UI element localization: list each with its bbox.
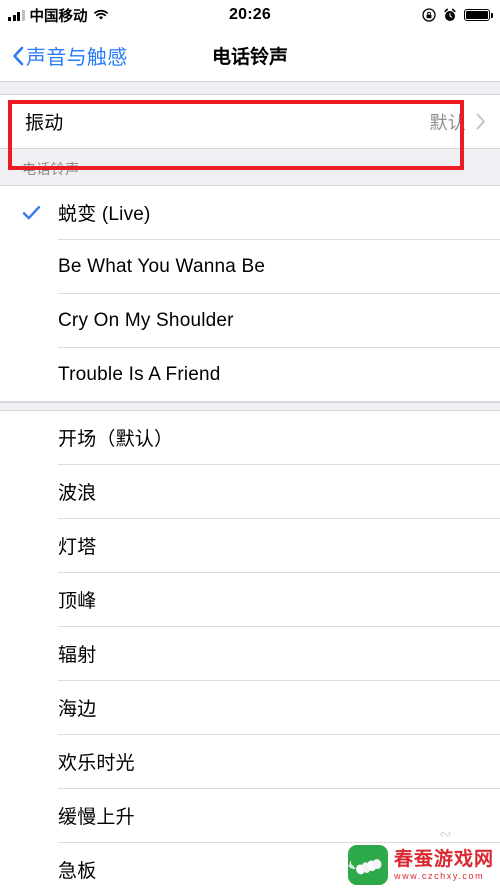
back-button[interactable]: 声音与触感 [0,41,128,70]
section-header-ringtone: 电话铃声 [0,149,500,185]
status-bar-left: 中国移动 [8,5,109,26]
tone-row[interactable]: Be What You Wanna Be [0,240,500,293]
group-divider [0,402,500,411]
signal-bars-icon [8,9,25,21]
top-spacer [0,82,500,94]
tone-row[interactable]: 欢乐时光 [0,735,500,788]
tone-label: 蜕变 (Live) [58,204,151,225]
tone-label: 顶峰 [58,591,97,612]
tone-row[interactable]: 波浪 [0,465,500,518]
settings-content: 振动 默认 电话铃声 蜕变 (Live) Be What You Wanna B… [0,82,500,889]
navigation-bar: 声音与触感 电话铃声 [0,30,500,82]
tone-row[interactable]: 开场（默认） [0,411,500,464]
wifi-icon [93,9,109,21]
vibration-value: 默认 [429,112,466,133]
tone-label: 缓慢上升 [58,807,135,828]
custom-tones-group: 蜕变 (Live) Be What You Wanna Be Cry On My… [0,185,500,402]
watermark-text: 春蚕游戏网 www.czchxy.com [394,850,494,881]
rotation-lock-icon [422,8,436,22]
watermark: 春蚕游戏网 www.czchxy.com [347,845,494,885]
vibration-row[interactable]: 振动 默认 [0,95,500,148]
status-bar: 中国移动 20:26 [0,0,500,30]
tone-label: 海边 [58,699,97,720]
tone-label: 灯塔 [58,537,97,558]
vibration-card: 振动 默认 [0,94,500,149]
vibration-label: 振动 [25,113,64,134]
tone-row[interactable]: 缓慢上升 [0,789,500,842]
tone-label: Be What You Wanna Be [58,255,266,277]
watermark-title: 春蚕游戏网 [393,848,494,870]
tone-row[interactable]: 灯塔 [0,519,500,572]
chevron-left-icon [12,46,24,66]
builtin-tones-group: 开场（默认） 波浪 灯塔 顶峰 辐射 海边 欢乐时光 缓慢上升 急板 [0,411,500,889]
tone-label: 波浪 [58,483,97,504]
tone-row[interactable]: 顶峰 [0,573,500,626]
carrier-label: 中国移动 [29,8,88,25]
tone-label: 欢乐时光 [58,753,135,774]
tone-label: 急板 [58,861,97,882]
back-button-label: 声音与触感 [26,47,128,69]
checkmark-icon [22,203,41,222]
battery-icon [464,8,493,22]
silkworm-logo-icon [347,845,388,885]
tone-row[interactable]: 蜕变 (Live) [0,186,500,239]
watermark-url: www.czchxy.com [393,870,485,881]
status-bar-right [422,8,493,22]
chevron-right-icon [476,113,486,130]
tone-row[interactable]: 辐射 [0,627,500,680]
tone-row[interactable]: Cry On My Shoulder [0,294,500,347]
watermark-squiggle: ∾ [439,826,452,843]
tone-label: Cry On My Shoulder [58,309,234,331]
tone-label: 开场（默认） [58,429,174,450]
tone-label: Trouble Is A Friend [58,363,221,385]
tone-label: 辐射 [58,645,97,666]
tone-row[interactable]: 海边 [0,681,500,734]
tone-row[interactable]: Trouble Is A Friend [0,348,500,401]
alarm-clock-icon [443,8,457,22]
